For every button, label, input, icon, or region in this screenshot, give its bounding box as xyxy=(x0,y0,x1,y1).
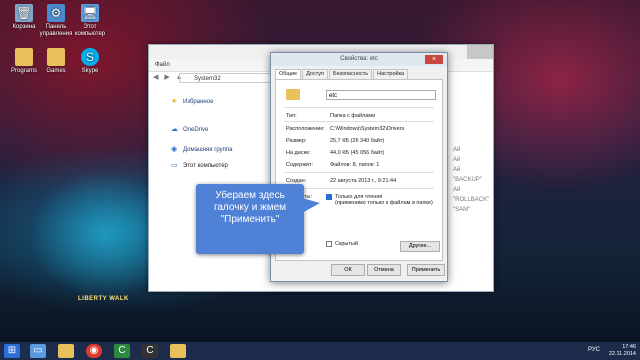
taskbar: ⊞ ▭ ◉ C C РУС 17:46 22.11.2014 xyxy=(0,342,640,360)
hidden-checkbox[interactable] xyxy=(326,241,332,247)
clock-time: 17:46 xyxy=(622,344,636,350)
desktop-icon-skype[interactable]: S Skype xyxy=(70,48,110,75)
explorer-icon[interactable] xyxy=(170,344,186,358)
divider xyxy=(284,188,434,189)
list-item[interactable]: "SAM" xyxy=(453,205,489,215)
readonly-note: (применимо только к файлам в папке) xyxy=(335,200,433,206)
clock-date: 22.11.2014 xyxy=(608,351,636,357)
explorer-close-button[interactable] xyxy=(467,45,493,59)
computer-icon: ▭ xyxy=(171,162,178,169)
address-text: System32 xyxy=(194,76,221,82)
desktop-icon-computer[interactable]: 🖥 Этот компьютер xyxy=(70,4,110,38)
ribbon-file-tab[interactable]: Файл xyxy=(155,62,170,68)
tab-sharing[interactable]: Доступ xyxy=(302,69,328,79)
dialog-tabs: Общие Доступ Безопасность Настройка xyxy=(271,66,447,79)
divider xyxy=(284,121,434,122)
camtasia-recorder-icon[interactable]: C xyxy=(142,344,158,358)
programs-icon xyxy=(15,48,33,66)
apply-button[interactable]: Применить xyxy=(407,264,445,276)
desktop-icon-label: Skype xyxy=(81,68,99,74)
control-panel-icon: ⚙ xyxy=(47,4,65,22)
callout-line: Убераем здесь xyxy=(215,190,285,201)
sidebar-item-label: OneDrive xyxy=(183,127,209,133)
prop-location: Расположение: C:\Windows\System32\Drivers xyxy=(286,126,405,132)
folder-icon[interactable] xyxy=(58,344,74,358)
sidebar-item-label: Этот компьютер xyxy=(183,163,228,169)
list-item[interactable]: Ай xyxy=(453,155,489,165)
explorer-sidebar: ★ Избранное ☁ OneDrive ◉ Домашняя группа… xyxy=(149,95,261,173)
tab-customize[interactable]: Настройка xyxy=(373,69,409,79)
callout-line: галочку и жмем xyxy=(213,202,287,213)
star-icon: ★ xyxy=(171,98,178,105)
sidebar-item-favorites[interactable]: ★ Избранное xyxy=(149,95,261,109)
callout-line: "Применить" xyxy=(220,214,280,225)
folder-name-input[interactable]: etc xyxy=(326,90,436,100)
prop-size-on-disk: На диске: 44,0 КБ (45 056 байт) xyxy=(286,150,385,156)
advanced-button[interactable]: Другие... xyxy=(400,241,440,252)
chrome-icon[interactable]: ◉ xyxy=(86,344,102,358)
recycle-bin-icon: 🗑 xyxy=(15,4,33,22)
list-item[interactable]: "ROLLBACK" xyxy=(453,195,489,205)
desktop-icon-label: Этот компьютер xyxy=(74,24,106,37)
prop-contains: Содержит: Файлов: 8, папок: 1 xyxy=(286,162,380,168)
start-icon[interactable]: ⊞ xyxy=(4,344,20,358)
sidebar-item-label: Домашняя группа xyxy=(183,147,233,153)
dialog-title: Свойства: etc xyxy=(340,56,378,62)
cancel-button[interactable]: Отмена xyxy=(367,264,401,276)
car-plate: LIBERTY WALK xyxy=(78,296,129,302)
folder-icon xyxy=(286,89,300,100)
list-item[interactable]: Ай xyxy=(453,165,489,175)
sidebar-item-homegroup[interactable]: ◉ Домашняя группа xyxy=(149,143,261,157)
prop-type: Тип: Папка с файлами xyxy=(286,113,376,119)
desktop-icon-label: Programs xyxy=(10,68,37,74)
prop-created: Создан: 22 августа 2013 г., 9:21:44 xyxy=(286,178,397,184)
cloud-icon: ☁ xyxy=(171,126,178,133)
ok-button[interactable]: ОК xyxy=(331,264,365,276)
sidebar-item-this-pc[interactable]: ▭ Этот компьютер xyxy=(149,159,261,173)
sidebar-item-onedrive[interactable]: ☁ OneDrive xyxy=(149,123,261,137)
dialog-titlebar[interactable]: Свойства: etc × xyxy=(271,53,447,66)
homegroup-icon: ◉ xyxy=(171,146,178,153)
camtasia-icon[interactable]: C xyxy=(114,344,130,358)
desktop-icon-label: Корзина xyxy=(12,24,36,30)
skype-icon: S xyxy=(81,48,99,66)
list-item[interactable]: Ай xyxy=(453,185,489,195)
divider xyxy=(284,107,434,108)
desktop-icon-label: Панель управления xyxy=(39,24,73,37)
language-indicator[interactable]: РУС xyxy=(588,347,600,353)
list-item[interactable]: "BACKUP" xyxy=(453,175,489,185)
list-item[interactable]: Ай xyxy=(453,145,489,155)
readonly-checkbox-row[interactable]: Только для чтения (применимо только к фа… xyxy=(326,194,433,206)
tab-general[interactable]: Общие xyxy=(275,69,302,79)
computer-icon[interactable]: ▭ xyxy=(30,344,46,358)
prop-size: Размер: 25,7 КБ (26 340 байт) xyxy=(286,138,385,144)
computer-icon: 🖥 xyxy=(81,4,99,22)
games-icon xyxy=(47,48,65,66)
clock[interactable]: 17:46 22.11.2014 xyxy=(609,344,636,358)
tab-security[interactable]: Безопасность xyxy=(329,69,373,79)
hidden-checkbox-row[interactable]: Скрытый xyxy=(326,241,358,247)
instruction-callout: Убераем здесь галочку и жмем "Применить" xyxy=(196,184,320,254)
divider xyxy=(284,172,434,173)
desktop-icon-label: Games xyxy=(46,68,66,74)
dialog-close-button[interactable]: × xyxy=(425,55,443,64)
sidebar-item-label: Избранное xyxy=(183,99,214,105)
file-list-partial: Ай Ай Ай "BACKUP" Ай "ROLLBACK" "SAM" xyxy=(453,145,489,215)
